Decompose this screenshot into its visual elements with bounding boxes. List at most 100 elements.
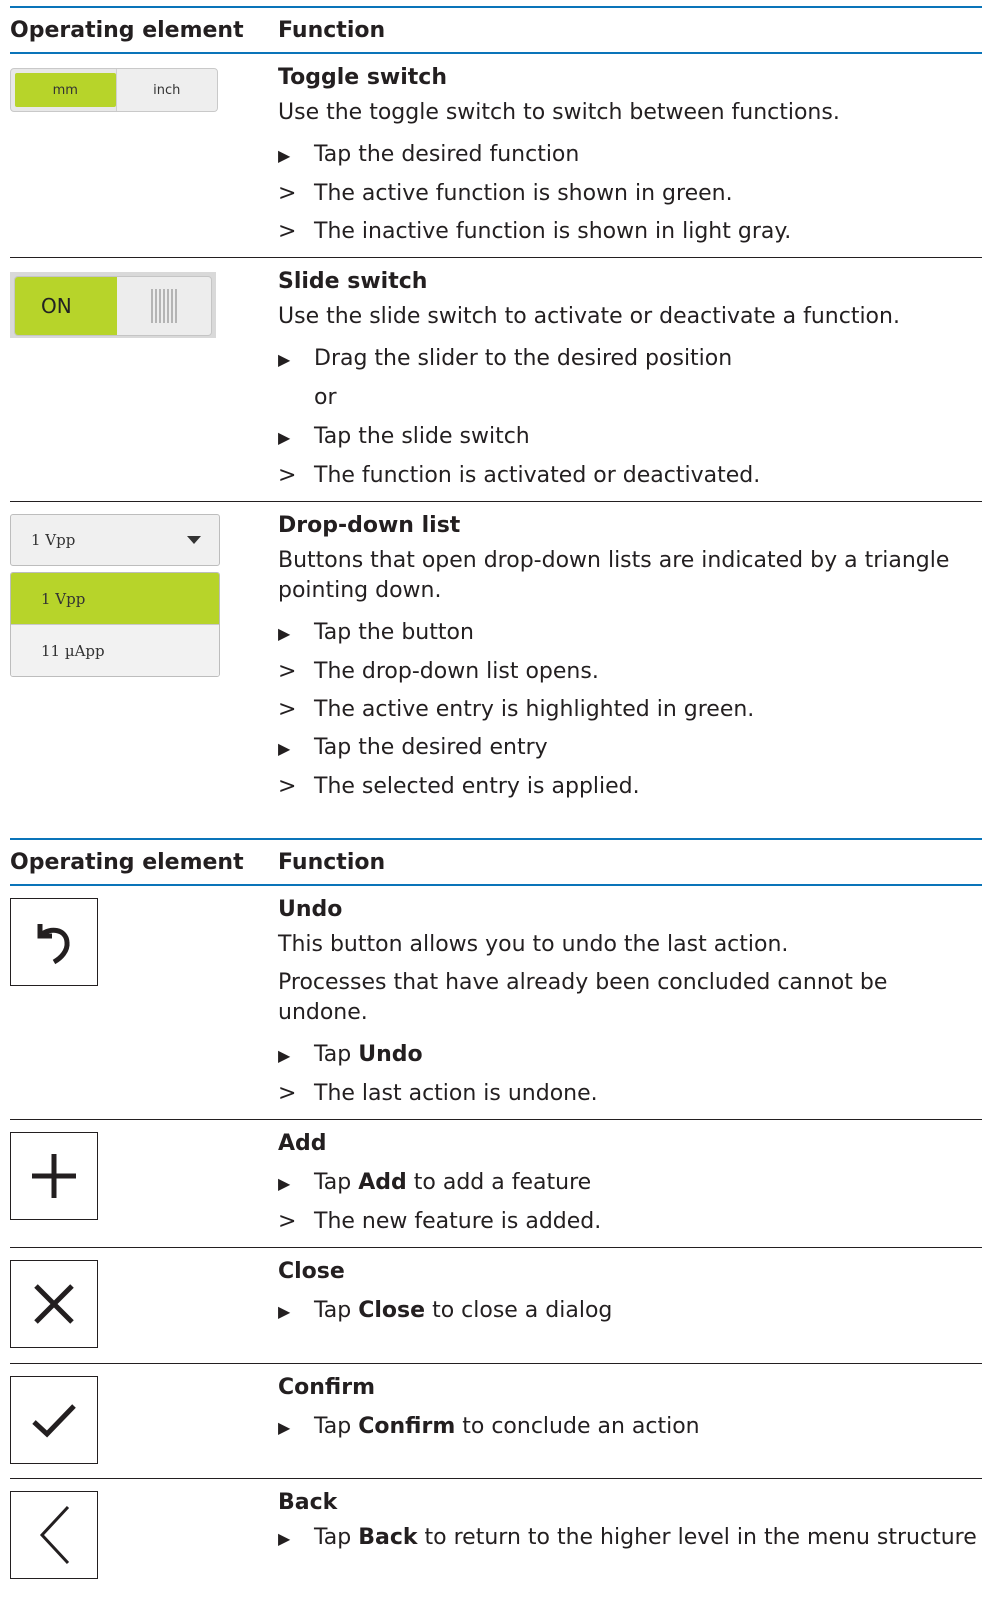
- operating-elements-table-1: Operating element Function mm inch Toggl…: [10, 6, 982, 812]
- slider-handle-grip-icon[interactable]: [117, 277, 211, 335]
- drop-down-option[interactable]: 11 µApp: [11, 625, 219, 676]
- action-triangle-icon: ▶: [278, 146, 291, 165]
- drop-down-example: 1 Vpp 1 Vpp 11 µApp: [10, 514, 220, 677]
- result-step: > The active entry is highlighted in gree…: [278, 691, 982, 729]
- drop-down-list: 1 Vpp 11 µApp: [10, 572, 220, 677]
- table-row-drop-down-list: 1 Vpp 1 Vpp 11 µApp Drop-down list Butto…: [10, 501, 982, 812]
- function-cell: Close ▶ Tap Close to close a dialog: [260, 1247, 982, 1364]
- operating-element-cell: [10, 1478, 260, 1579]
- result-arrow-icon: >: [278, 1209, 297, 1234]
- action-step: ▶ Tap Close to close a dialog: [278, 1292, 982, 1331]
- slide-switch-on-label: ON: [15, 277, 117, 335]
- result-arrow-icon: >: [278, 697, 297, 722]
- function-cell: Drop-down list Buttons that open drop-do…: [260, 501, 982, 812]
- column-header-function: Function: [260, 838, 982, 886]
- step-text: Tap the desired entry: [314, 735, 548, 760]
- operating-element-cell: [10, 1119, 260, 1248]
- table-row-confirm: Confirm ▶ Tap Confirm to conclude an acti…: [10, 1363, 982, 1479]
- table-row-slide-switch: ON Slide switch Use the slide switch to …: [10, 257, 982, 502]
- result-step: > The drop-down list opens.: [278, 653, 982, 691]
- table-row-back: Back ▶ Tap Back to return to the higher l…: [10, 1478, 982, 1579]
- action-step: ▶ Tap the button: [278, 614, 982, 653]
- column-header-operating-element: Operating element: [10, 838, 260, 886]
- action-triangle-icon: ▶: [278, 350, 291, 369]
- action-step: ▶ Tap Confirm to conclude an action: [278, 1408, 982, 1447]
- function-description: This button allows you to undo the last …: [278, 932, 789, 957]
- result-arrow-icon: >: [278, 219, 297, 244]
- action-triangle-icon: ▶: [278, 624, 291, 643]
- drop-down-option[interactable]: 1 Vpp: [11, 573, 219, 625]
- step-text: The last action is undone.: [314, 1081, 598, 1106]
- action-step: ▶ Drag the slider to the desired position: [278, 340, 982, 379]
- operating-element-cell: [10, 1363, 260, 1479]
- step-text: The function is activated or deactivated…: [314, 463, 761, 488]
- undo-button[interactable]: [10, 898, 98, 986]
- function-cell: Undo This button allows you to undo the …: [260, 885, 982, 1120]
- step-text: Tap Add to add a feature: [314, 1170, 592, 1195]
- action-triangle-icon: ▶: [278, 1174, 291, 1193]
- function-cell: Confirm ▶ Tap Confirm to conclude an acti…: [260, 1363, 982, 1479]
- operating-element-cell: mm inch: [10, 53, 260, 258]
- function-cell: Add ▶ Tap Add to add a feature > The new f…: [260, 1119, 982, 1248]
- close-button[interactable]: [10, 1260, 98, 1348]
- column-header-operating-element: Operating element: [10, 6, 260, 54]
- add-button[interactable]: [10, 1132, 98, 1220]
- confirm-button[interactable]: [10, 1376, 98, 1464]
- action-step: ▶ Tap Back to return to the higher level …: [278, 1523, 982, 1554]
- drop-down-selected-value: 1 Vpp: [31, 531, 76, 549]
- back-button[interactable]: [10, 1491, 98, 1579]
- operating-element-cell: [10, 885, 260, 1120]
- function-cell: Back ▶ Tap Back to return to the higher l…: [260, 1478, 982, 1579]
- function-title: Confirm: [278, 1375, 376, 1400]
- table-row-toggle-switch: mm inch Toggle switch Use the toggle swi…: [10, 53, 982, 258]
- step-text: Tap Close to close a dialog: [314, 1298, 613, 1323]
- operating-element-cell: [10, 1247, 260, 1364]
- action-step: ▶ Tap the desired entry: [278, 729, 982, 768]
- step-text: Tap Confirm to conclude an action: [314, 1414, 700, 1439]
- plus-icon: [32, 1154, 76, 1198]
- function-title: Undo: [278, 897, 343, 922]
- result-step: > The function is activated or deactivate…: [278, 457, 982, 495]
- function-title: Slide switch: [278, 269, 428, 294]
- function-description: Use the slide switch to activate or deac…: [278, 304, 900, 329]
- drop-down-button[interactable]: 1 Vpp: [10, 514, 220, 566]
- result-step: > The inactive function is shown in light…: [278, 213, 982, 251]
- step-text: Tap Undo: [314, 1042, 423, 1067]
- function-description: Buttons that open drop-down lists are in…: [278, 548, 950, 603]
- operating-elements-table-2: Operating element Function Undo This but…: [10, 838, 982, 1579]
- result-arrow-icon: >: [278, 659, 297, 684]
- step-text: The active function is shown in green.: [314, 181, 733, 206]
- result-arrow-icon: >: [278, 181, 297, 206]
- action-step: ▶ Tap Add to add a feature: [278, 1164, 982, 1203]
- table-row-close: Close ▶ Tap Close to close a dialog: [10, 1247, 982, 1364]
- function-description: Use the toggle switch to switch between …: [278, 100, 840, 125]
- operating-element-cell: 1 Vpp 1 Vpp 11 µApp: [10, 501, 260, 812]
- step-continuation: ▶or: [278, 379, 982, 418]
- table-row-undo: Undo This button allows you to undo the …: [10, 885, 982, 1120]
- action-triangle-icon: ▶: [278, 428, 291, 447]
- function-title: Back: [278, 1490, 338, 1515]
- table-header-row: Operating element Function: [10, 838, 982, 886]
- step-text: The new feature is added.: [314, 1209, 602, 1234]
- action-triangle-icon: ▶: [278, 1046, 291, 1065]
- toggle-option-inch[interactable]: inch: [115, 69, 217, 111]
- step-text: The selected entry is applied.: [314, 774, 640, 799]
- slide-switch-example[interactable]: ON: [10, 272, 216, 338]
- step-text: Tap the button: [314, 620, 474, 645]
- result-step: > The new feature is added.: [278, 1203, 982, 1241]
- toggle-switch-example[interactable]: mm inch: [10, 68, 218, 112]
- action-triangle-icon: ▶: [278, 739, 291, 758]
- chevron-left-icon: [39, 1505, 70, 1565]
- function-title: Toggle switch: [278, 65, 447, 90]
- function-description: Processes that have already been conclud…: [278, 970, 888, 1025]
- toggle-option-mm[interactable]: mm: [15, 73, 116, 107]
- result-step: > The active function is shown in green.: [278, 175, 982, 213]
- function-cell: Slide switch Use the slide switch to act…: [260, 257, 982, 502]
- step-text: Drag the slider to the desired position: [314, 346, 733, 371]
- column-header-function: Function: [260, 6, 982, 54]
- function-title: Add: [278, 1131, 327, 1156]
- action-triangle-icon: ▶: [278, 1418, 291, 1437]
- action-step: ▶ Tap the desired function: [278, 136, 982, 175]
- step-text: The inactive function is shown in light …: [314, 219, 792, 244]
- action-triangle-icon: ▶: [278, 1302, 291, 1321]
